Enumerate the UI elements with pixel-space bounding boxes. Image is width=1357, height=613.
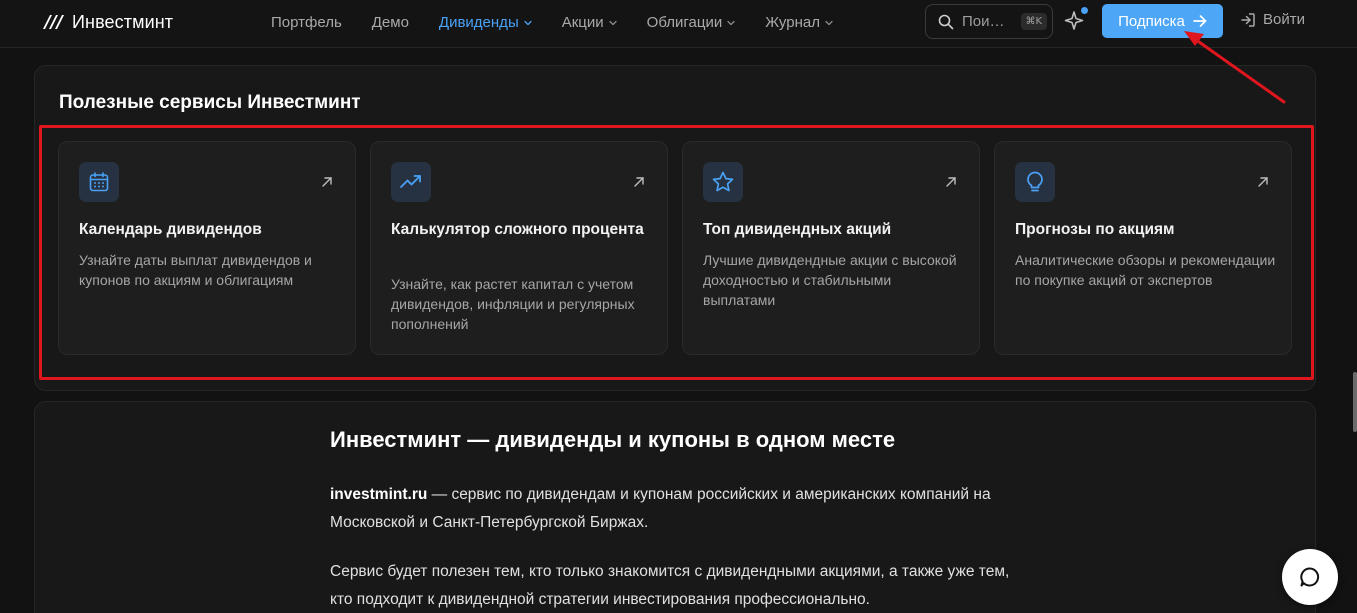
nav-item-0[interactable]: Портфель bbox=[271, 14, 342, 31]
nav-item-3[interactable]: Акции bbox=[562, 14, 617, 31]
chevron-down-icon bbox=[727, 20, 735, 25]
chevron-down-icon bbox=[609, 20, 617, 25]
chevron-down-icon bbox=[825, 20, 833, 25]
nav-item-label: Дивиденды bbox=[438, 13, 519, 31]
search-placeholder: Пои… bbox=[962, 13, 1005, 30]
login-link[interactable]: Войти bbox=[1240, 11, 1305, 28]
about-paragraph-1-text: — сервис по дивидендам и купонам российс… bbox=[330, 486, 991, 531]
about-paragraph-2: Сервис будет полезен тем, кто только зна… bbox=[330, 563, 1010, 608]
chevron-down-icon bbox=[524, 20, 532, 25]
search-icon bbox=[938, 14, 954, 29]
nav-item-label: Портфель bbox=[271, 13, 342, 31]
about-paragraph-1: investmint.ru — сервис по дивидендам и к… bbox=[330, 481, 1030, 537]
chat-bubble-icon bbox=[1300, 567, 1320, 587]
nav-item-1[interactable]: Демо bbox=[372, 14, 409, 31]
nav-item-5[interactable]: Журнал bbox=[765, 14, 833, 31]
logo[interactable]: Инвестминт bbox=[42, 10, 173, 34]
search-shortcut: ⌘K bbox=[1020, 13, 1048, 30]
logo-mark-icon bbox=[43, 15, 64, 29]
arrow-right-icon bbox=[1193, 15, 1207, 27]
chat-button[interactable] bbox=[1282, 549, 1338, 605]
site-name[interactable]: investmint.ru bbox=[330, 486, 427, 503]
nav-item-label: Облигации bbox=[646, 13, 723, 31]
annotation-arrow-icon bbox=[1184, 31, 1286, 104]
nav-item-label: Акции bbox=[561, 13, 604, 31]
nav-item-2[interactable]: Дивиденды bbox=[439, 14, 532, 31]
subscribe-label: Подписка bbox=[1118, 12, 1185, 30]
annotation-highlight-box bbox=[39, 125, 1314, 380]
services-title: Полезные сервисы Инвестминт bbox=[59, 92, 361, 113]
nav-item-label: Журнал bbox=[765, 13, 820, 31]
about-title: Инвестминт — дивиденды и купоны в одном … bbox=[330, 427, 896, 452]
logo-text: Инвестминт bbox=[72, 11, 174, 32]
login-label: Войти bbox=[1263, 11, 1305, 28]
nav-item-label: Демо bbox=[371, 13, 409, 31]
login-icon bbox=[1241, 12, 1255, 27]
main-nav: Портфель Демо Дивиденды Акции Облигации Журна… bbox=[271, 0, 863, 44]
search-box[interactable]: Пои… ⌘K bbox=[925, 4, 1053, 39]
notification-dot bbox=[1081, 7, 1088, 14]
scrollbar-thumb[interactable] bbox=[1353, 372, 1357, 432]
top-header: Инвестминт Портфель Демо Дивиденды Акции Обл… bbox=[0, 0, 1357, 48]
nav-item-4[interactable]: Облигации bbox=[647, 14, 736, 31]
